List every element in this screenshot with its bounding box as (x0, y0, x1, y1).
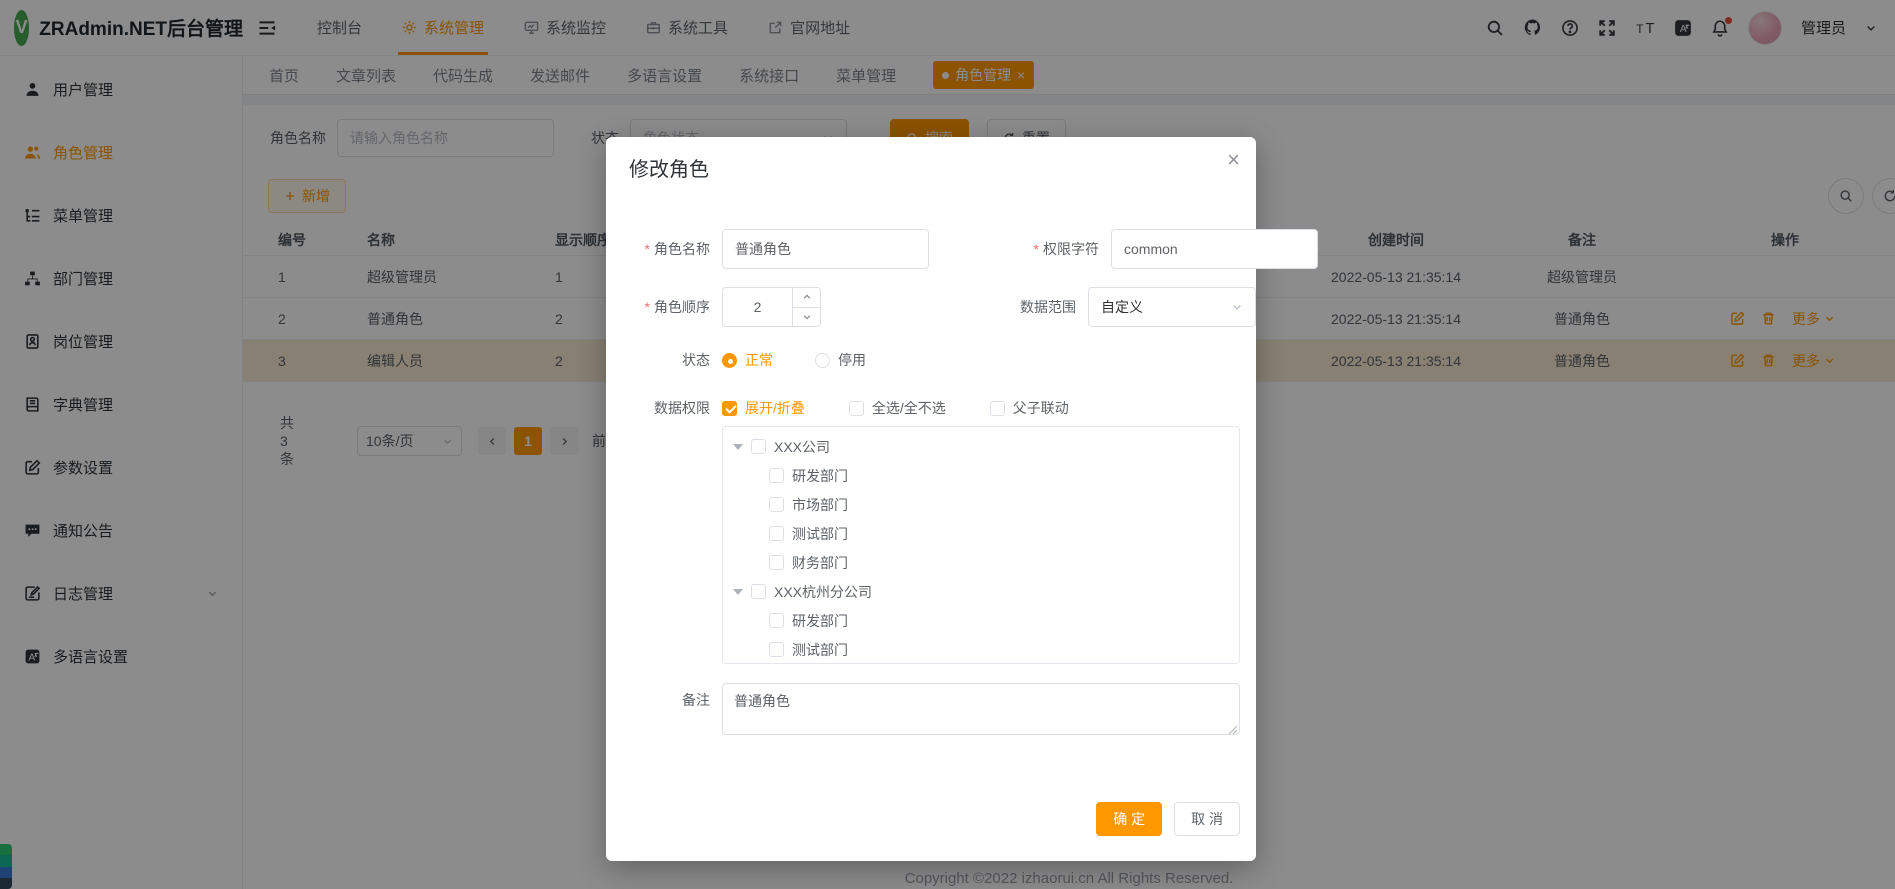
tree-node-child[interactable]: 市场部门 (723, 490, 1239, 519)
confirm-button[interactable]: 确 定 (1096, 802, 1162, 836)
caret-down-icon[interactable] (733, 444, 743, 450)
tree-node-child[interactable]: 财务部门 (723, 548, 1239, 577)
form-row-data-permission: 数据权限 展开/折叠 全选/全不选 父子联动 (606, 391, 1256, 425)
role-order-stepper[interactable]: 2 (722, 287, 821, 327)
checkbox-unchecked-icon[interactable] (769, 497, 784, 512)
checkbox-checked-icon (722, 401, 737, 416)
checkbox-unchecked-icon[interactable] (769, 526, 784, 541)
role-order-value: 2 (723, 288, 792, 326)
dialog-close-icon[interactable]: × (1227, 149, 1240, 171)
checkbox-unchecked-icon[interactable] (769, 642, 784, 657)
tree-node-child[interactable]: 研发部门 (723, 461, 1239, 490)
dialog-footer: 确 定 取 消 (1096, 802, 1240, 836)
radio-label: 正常 (745, 350, 773, 370)
form-row-status: 状态 正常 停用 (606, 343, 1256, 377)
checkbox-unchecked-icon[interactable] (769, 555, 784, 570)
checkbox-unchecked-icon[interactable] (751, 584, 766, 599)
perm-char-input[interactable] (1111, 229, 1318, 269)
cancel-button[interactable]: 取 消 (1174, 802, 1240, 836)
status-radio-disabled[interactable]: 停用 (815, 350, 866, 370)
tree-node-parent[interactable]: XXX公司 (723, 432, 1239, 461)
caret-down-icon[interactable] (733, 589, 743, 595)
checkbox-unchecked-icon (990, 401, 1005, 416)
status-field-label: 状态 (606, 350, 710, 370)
tree-node-label[interactable]: 财务部门 (792, 553, 848, 573)
department-tree: XXX公司 研发部门 市场部门 测试部门 财务部门 XXX杭州分公司 (722, 426, 1240, 664)
checkbox-label: 全选/全不选 (872, 398, 946, 418)
status-radio-normal[interactable]: 正常 (722, 350, 773, 370)
tree-node-child[interactable]: 测试部门 (723, 635, 1239, 664)
expand-collapse-checkbox[interactable]: 展开/折叠 (722, 398, 805, 418)
chevron-down-icon (1231, 301, 1243, 313)
tree-node-parent[interactable]: XXX杭州分公司 (723, 577, 1239, 606)
data-scope-field-label: 数据范围 (821, 297, 1076, 317)
tree-node-child[interactable]: 测试部门 (723, 519, 1239, 548)
role-name-input[interactable] (722, 229, 929, 269)
data-permission-field-label: 数据权限 (606, 398, 710, 418)
checkbox-label: 展开/折叠 (745, 398, 805, 418)
radio-unchecked-icon (815, 353, 830, 368)
checkbox-unchecked-icon[interactable] (769, 613, 784, 628)
checkbox-unchecked-icon (849, 401, 864, 416)
tree-node-label[interactable]: 研发部门 (792, 466, 848, 486)
tree-node-label[interactable]: 市场部门 (792, 495, 848, 515)
checkbox-unchecked-icon[interactable] (751, 439, 766, 454)
form-row-1: 角色名称 权限字符 (606, 229, 1256, 269)
dialog-title: 修改角色 (629, 153, 709, 182)
data-scope-value: 自定义 (1101, 297, 1143, 317)
role-name-field-label: 角色名称 (606, 239, 710, 259)
stepper-up-button[interactable] (793, 288, 820, 308)
radio-label: 停用 (838, 350, 866, 370)
checkbox-label: 父子联动 (1013, 398, 1069, 418)
data-scope-select[interactable]: 自定义 (1088, 287, 1256, 327)
tree-node-child[interactable]: 研发部门 (723, 606, 1239, 635)
parent-child-link-checkbox[interactable]: 父子联动 (990, 398, 1069, 418)
form-row-2: 角色顺序 2 数据范围 自定义 (606, 287, 1256, 327)
stepper-down-button[interactable] (793, 308, 820, 327)
select-all-checkbox[interactable]: 全选/全不选 (849, 398, 946, 418)
role-order-field-label: 角色顺序 (606, 297, 710, 317)
tree-node-label[interactable]: XXX公司 (774, 437, 830, 457)
remark-textarea[interactable]: 普通角色 (722, 683, 1240, 735)
perm-char-field-label: 权限字符 (929, 239, 1099, 259)
tree-node-label[interactable]: 测试部门 (792, 640, 848, 660)
remark-field-label: 备注 (606, 690, 710, 710)
form-row-remark: 备注 (606, 690, 710, 710)
checkbox-unchecked-icon[interactable] (769, 468, 784, 483)
tree-node-label[interactable]: 测试部门 (792, 524, 848, 544)
tree-node-label[interactable]: 研发部门 (792, 611, 848, 631)
edit-role-dialog: 修改角色 × 角色名称 权限字符 角色顺序 2 (606, 137, 1256, 861)
radio-checked-icon (722, 353, 737, 368)
tree-node-label[interactable]: XXX杭州分公司 (774, 582, 872, 602)
